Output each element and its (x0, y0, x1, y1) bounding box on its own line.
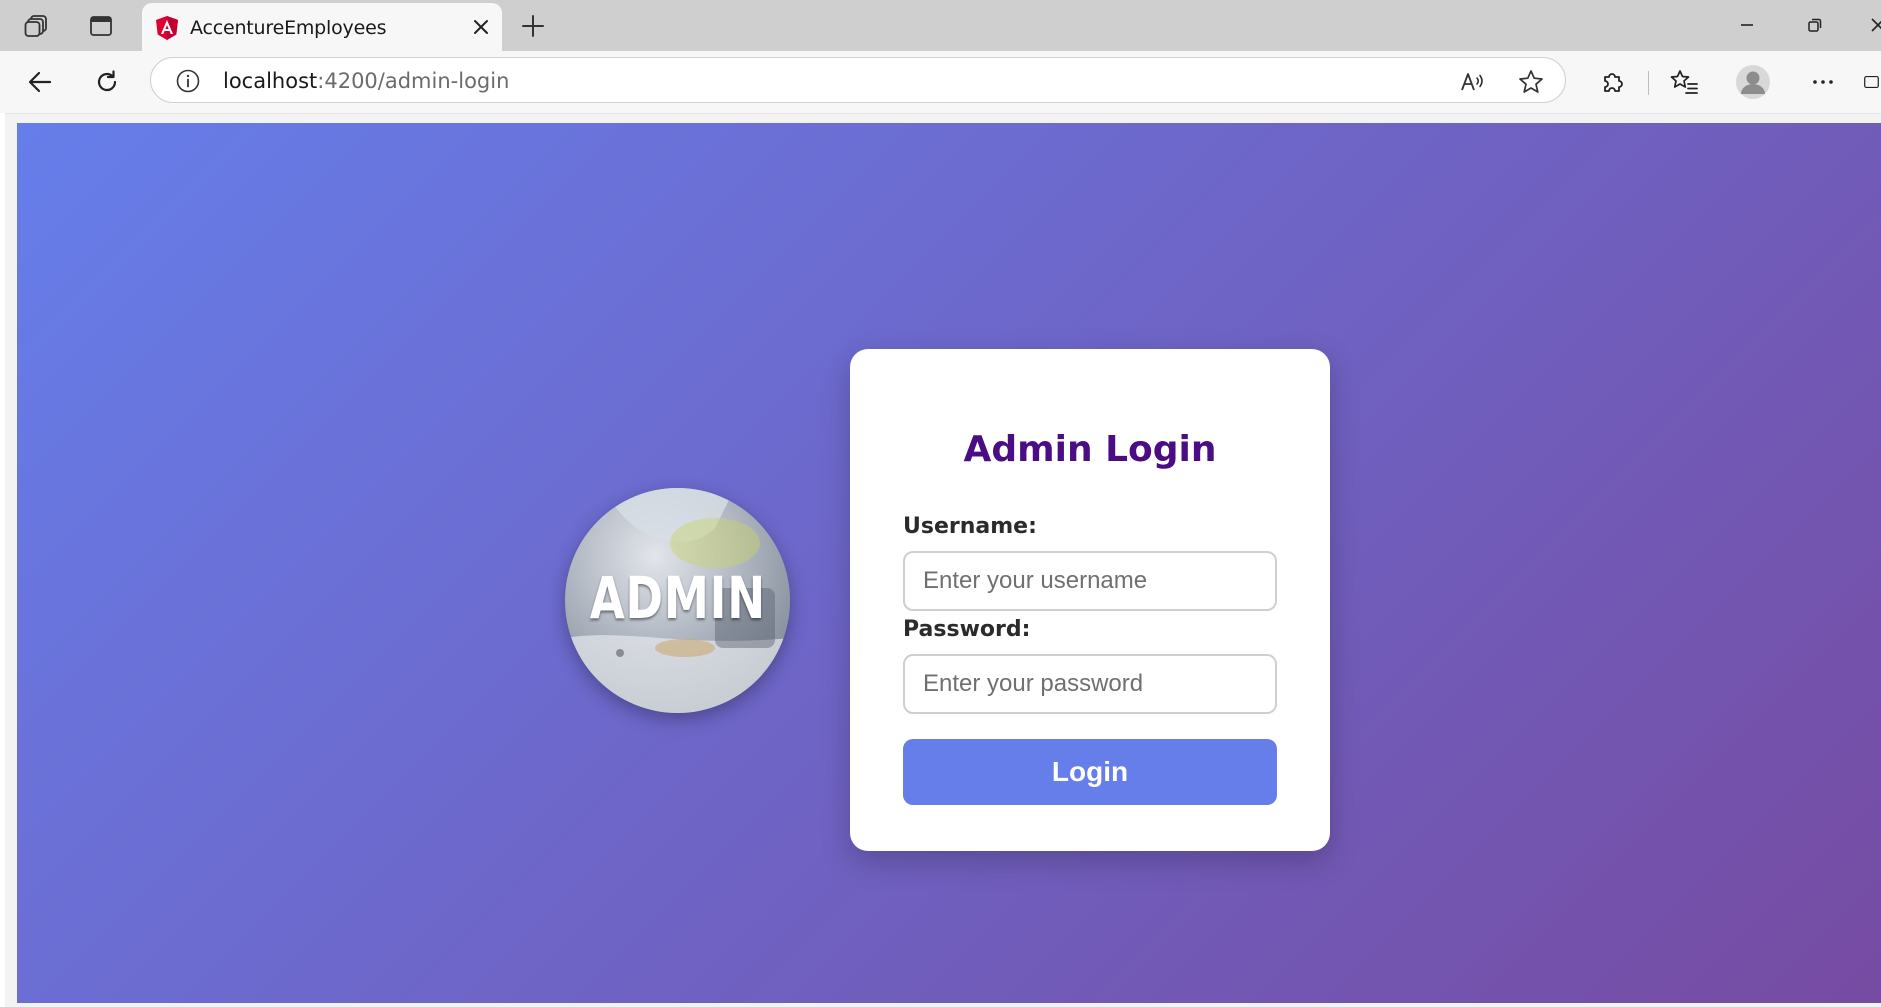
browser-toolbar: localhost:4200/admin-login (0, 51, 1881, 113)
login-title: Admin Login (963, 429, 1217, 470)
url-text[interactable]: localhost:4200/admin-login (223, 69, 509, 93)
page-background: ADMIN Admin Login Username: Password: Lo… (17, 123, 1881, 1003)
puzzle-icon[interactable] (1595, 64, 1631, 100)
toolbar-separator (1648, 71, 1649, 95)
read-aloud-icon[interactable] (1458, 68, 1486, 96)
url-host: localhost (223, 69, 318, 93)
favorites-list-icon[interactable] (1666, 64, 1702, 100)
sidebar-toggle-icon[interactable] (1862, 64, 1881, 100)
url-path: :4200/admin-login (317, 69, 510, 93)
username-input[interactable] (903, 551, 1277, 611)
back-arrow-icon[interactable] (22, 64, 58, 100)
close-window-icon[interactable] (1858, 10, 1881, 40)
tab-title: AccentureEmployees (190, 17, 387, 39)
username-label: Username: (903, 514, 1037, 539)
info-icon[interactable] (175, 68, 201, 94)
more-icon[interactable] (1805, 64, 1841, 100)
star-icon[interactable] (1517, 68, 1545, 96)
page-viewport: ADMIN Admin Login Username: Password: Lo… (5, 113, 1881, 1007)
active-tab[interactable]: AccentureEmployees (142, 3, 502, 51)
profile-avatar-icon[interactable] (1735, 64, 1771, 100)
admin-avatar-image: ADMIN (565, 488, 790, 713)
address-bar[interactable]: localhost:4200/admin-login (150, 57, 1566, 103)
login-card: Admin Login Username: Password: Login (850, 349, 1330, 851)
plus-icon[interactable] (518, 12, 548, 40)
angular-favicon-icon (156, 16, 178, 40)
minimize-icon[interactable] (1727, 10, 1767, 40)
admin-avatar-text: ADMIN (589, 564, 766, 632)
close-icon[interactable] (470, 16, 492, 38)
workspaces-icon[interactable] (22, 12, 52, 40)
restore-icon[interactable] (1795, 10, 1835, 40)
password-input[interactable] (903, 654, 1277, 714)
password-label: Password: (903, 617, 1031, 642)
tab-bar: AccentureEmployees (0, 0, 1881, 51)
refresh-icon[interactable] (89, 64, 125, 100)
login-button[interactable]: Login (903, 739, 1277, 805)
tab-actions-icon[interactable] (86, 12, 116, 40)
